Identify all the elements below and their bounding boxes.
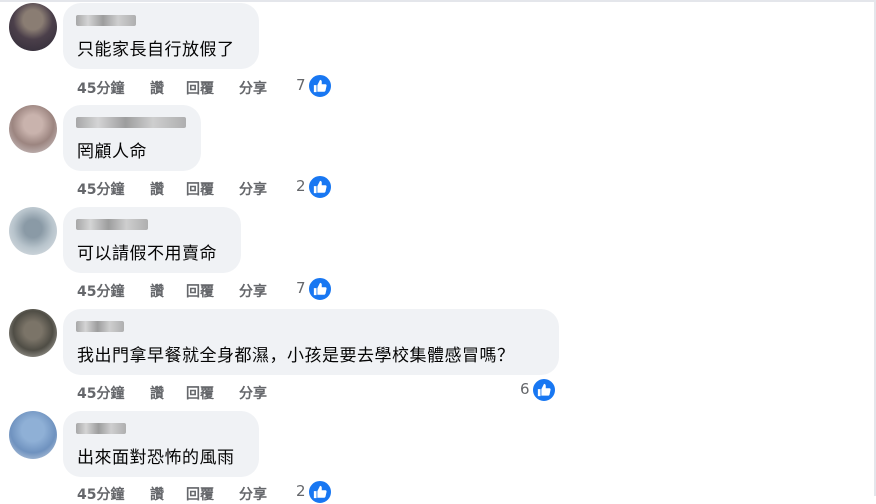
reaction-summary[interactable]: 2	[296, 175, 336, 199]
avatar[interactable]	[9, 207, 57, 255]
like-button[interactable]: 讚	[150, 78, 164, 98]
comment-text: 出來面對恐怖的風雨	[77, 448, 235, 468]
like-button[interactable]: 讚	[150, 484, 164, 504]
timestamp-link[interactable]: 45分鐘	[77, 179, 124, 199]
comment-bubble: 出來面對恐怖的風雨	[63, 411, 259, 477]
thumbs-up-icon	[308, 175, 332, 199]
reaction-count: 6	[520, 380, 530, 398]
share-button[interactable]: 分享	[239, 281, 267, 301]
thumbs-up-icon	[308, 74, 332, 98]
comment-bubble: 我出門拿早餐就全身都濕，小孩是要去學校集體感冒嗎？	[63, 309, 559, 375]
reply-button[interactable]: 回覆	[186, 179, 214, 199]
reply-button[interactable]: 回覆	[186, 383, 214, 403]
reaction-count: 2	[296, 177, 306, 195]
commenter-name-blurred[interactable]	[76, 423, 126, 434]
comment-bubble: 罔顧人命	[63, 105, 201, 171]
reaction-summary[interactable]: 7	[296, 74, 336, 98]
reaction-count: 7	[296, 76, 306, 94]
share-button[interactable]: 分享	[239, 179, 267, 199]
comment-bubble: 只能家長自行放假了	[63, 3, 259, 69]
timestamp-link[interactable]: 45分鐘	[77, 78, 124, 98]
reply-button[interactable]: 回覆	[186, 281, 214, 301]
share-button[interactable]: 分享	[239, 484, 267, 504]
commenter-name-blurred[interactable]	[76, 117, 186, 128]
commenter-name-blurred[interactable]	[76, 15, 136, 26]
thumbs-up-icon	[308, 277, 332, 301]
like-button[interactable]: 讚	[150, 281, 164, 301]
comment-text: 我出門拿早餐就全身都濕，小孩是要去學校集體感冒嗎？	[77, 346, 515, 366]
reply-button[interactable]: 回覆	[186, 78, 214, 98]
share-button[interactable]: 分享	[239, 383, 267, 403]
comment-text: 可以請假不用賣命	[77, 244, 217, 264]
timestamp-link[interactable]: 45分鐘	[77, 484, 124, 504]
reaction-summary[interactable]: 2	[296, 480, 336, 504]
timestamp-link[interactable]: 45分鐘	[77, 383, 124, 403]
comment-text: 罔顧人命	[77, 142, 147, 162]
reaction-summary[interactable]: 6	[520, 378, 560, 402]
commenter-name-blurred[interactable]	[76, 219, 148, 230]
thumbs-up-icon	[532, 378, 556, 402]
avatar[interactable]	[9, 3, 57, 51]
like-button[interactable]: 讚	[150, 383, 164, 403]
reaction-count: 2	[296, 482, 306, 500]
comment-text: 只能家長自行放假了	[77, 40, 235, 60]
reaction-summary[interactable]: 7	[296, 277, 336, 301]
thumbs-up-icon	[308, 480, 332, 504]
share-button[interactable]: 分享	[239, 78, 267, 98]
avatar[interactable]	[9, 309, 57, 357]
top-border	[0, 0, 876, 2]
comment-bubble: 可以請假不用賣命	[63, 207, 241, 273]
like-button[interactable]: 讚	[150, 179, 164, 199]
commenter-name-blurred[interactable]	[76, 321, 124, 332]
reaction-count: 7	[296, 279, 306, 297]
reply-button[interactable]: 回覆	[186, 484, 214, 504]
avatar[interactable]	[9, 411, 57, 459]
avatar[interactable]	[9, 105, 57, 153]
timestamp-link[interactable]: 45分鐘	[77, 281, 124, 301]
